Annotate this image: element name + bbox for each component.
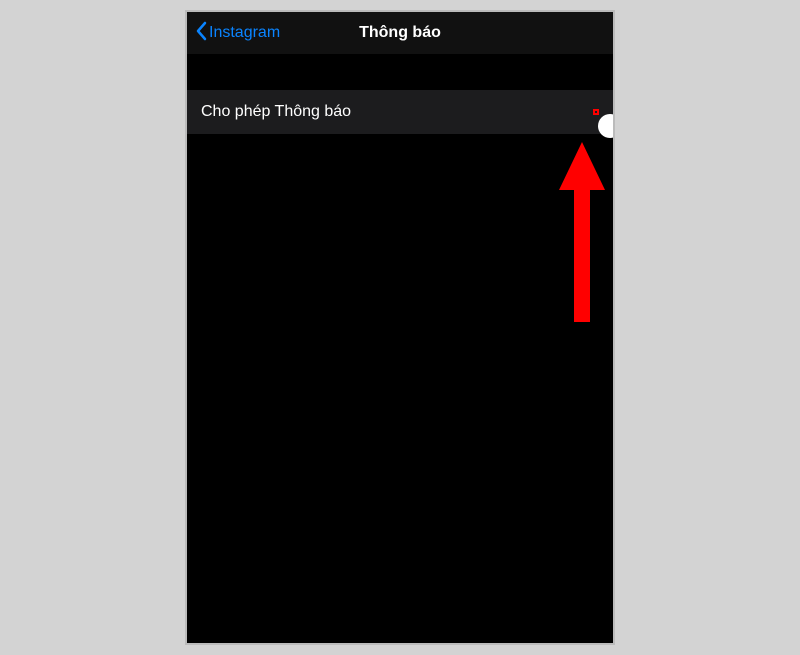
toggle-knob (598, 114, 615, 138)
section-spacer (187, 54, 613, 90)
back-button[interactable]: Instagram (195, 21, 280, 46)
nav-bar: Instagram Thông báo (187, 12, 613, 54)
phone-screen: Instagram Thông báo Cho phép Thông báo (185, 10, 615, 645)
annotation-arrow (557, 142, 607, 327)
allow-notifications-label: Cho phép Thông báo (201, 103, 351, 121)
annotation-highlight-box (593, 109, 599, 115)
back-label: Instagram (209, 24, 280, 42)
allow-notifications-row: Cho phép Thông báo (187, 90, 613, 134)
chevron-left-icon (195, 21, 207, 46)
